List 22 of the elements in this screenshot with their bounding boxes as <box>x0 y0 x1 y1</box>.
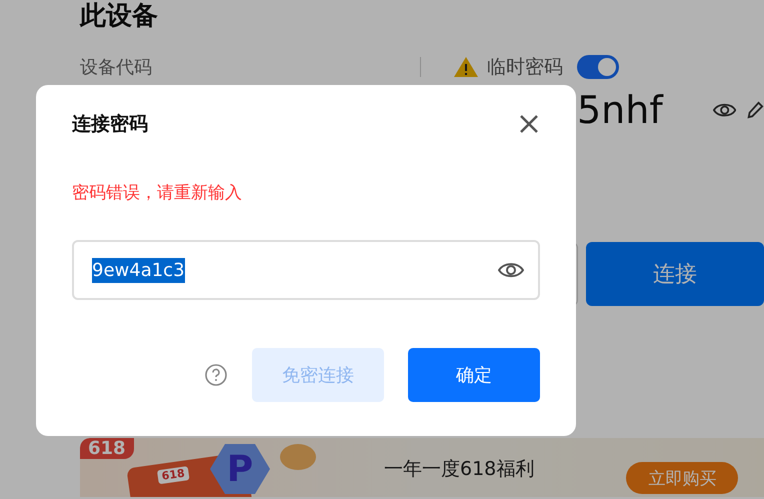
password-value: 9ew4a1c3 <box>92 258 185 282</box>
password-field[interactable]: 9ew4a1c3 <box>72 240 540 300</box>
error-message: 密码错误，请重新输入 <box>72 182 243 204</box>
warning-icon <box>453 56 479 78</box>
temp-password-value: 5nhf <box>577 88 663 132</box>
confirm-button[interactable]: 确定 <box>408 348 540 402</box>
dialog-title: 连接密码 <box>72 112 148 137</box>
envelope-label: 618 <box>156 466 190 484</box>
banner-badge: 618 <box>80 438 134 459</box>
buy-button[interactable]: 立即购买 <box>626 462 738 494</box>
eye-icon[interactable] <box>498 260 524 280</box>
pencil-icon[interactable] <box>746 99 764 121</box>
temp-password-label: 临时密码 <box>487 55 563 80</box>
device-code-label: 设备代码 <box>80 56 153 79</box>
hexagon-letter-icon: P <box>210 444 270 494</box>
help-icon[interactable] <box>204 363 228 387</box>
promo-banner[interactable]: 618 618 P 一年一度618福利 立即购买 <box>80 438 764 497</box>
temp-password-toggle[interactable] <box>577 55 619 79</box>
page-title: 此设备 <box>80 0 159 32</box>
connect-button[interactable]: 连接 <box>586 242 764 306</box>
close-button[interactable] <box>518 113 540 135</box>
banner-headline: 一年一度618福利 <box>384 457 534 482</box>
